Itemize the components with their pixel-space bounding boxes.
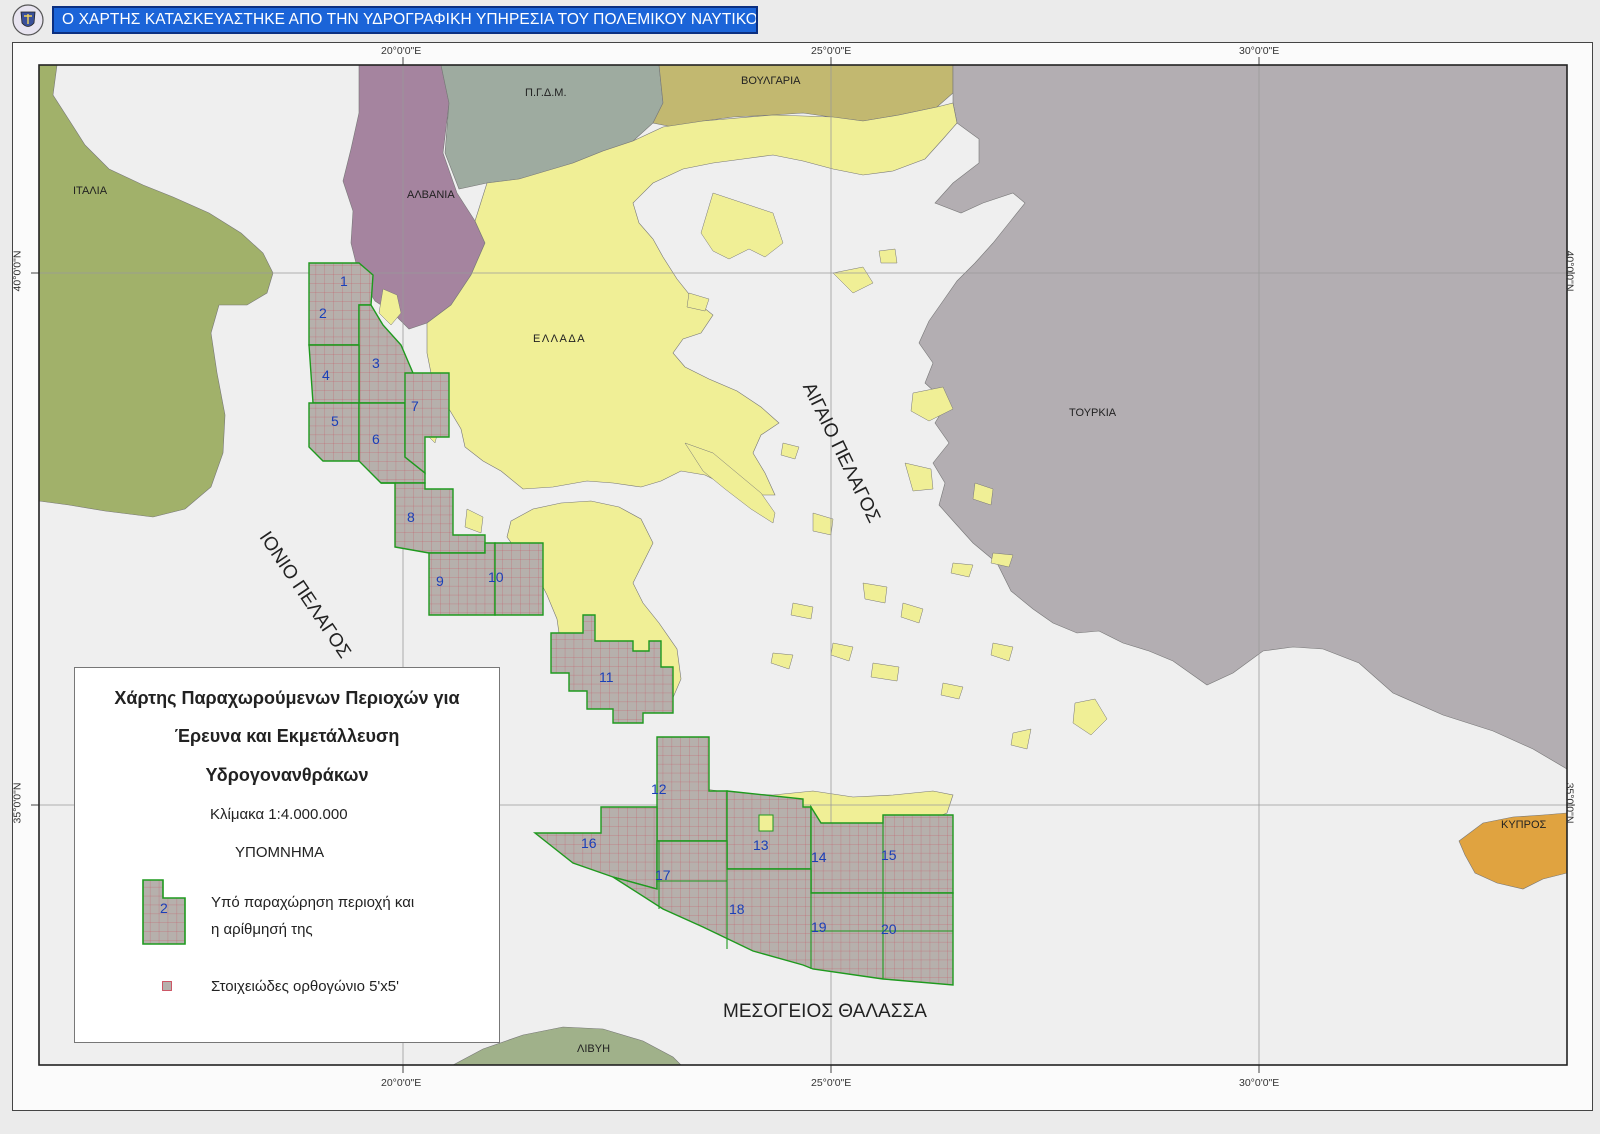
block-number-5: 5 <box>331 413 339 429</box>
legend-block-number: 2 <box>160 900 168 916</box>
block-number-15: 15 <box>881 847 897 863</box>
block-number-11: 11 <box>599 669 614 685</box>
label-greece: ΕΛΛΑΔΑ <box>533 333 587 345</box>
legend-unit-square-symbol <box>162 981 172 991</box>
map-legend: Χάρτης Παραχωρούμενων Περιοχών για Έρευν… <box>74 667 500 1043</box>
label-mediterranean-sea: ΜΕΣΟΓΕΙΟΣ ΘΑΛΑΣΣΑ <box>723 1001 927 1022</box>
block-number-3: 3 <box>372 355 380 371</box>
lat-label-right-40: 40°0'0"N <box>1563 250 1576 292</box>
block-number-4: 4 <box>322 367 330 383</box>
label-bulgaria: ΒΟΥΛΓΑΡΙΑ <box>741 75 801 87</box>
block-number-20: 20 <box>881 921 897 937</box>
block-number-9: 9 <box>436 573 444 589</box>
legend-title-line-2: Έρευνα και Εκμετάλλευση <box>174 726 400 746</box>
label-cyprus: ΚΥΠΡΟΣ <box>1501 819 1547 831</box>
block-number-8: 8 <box>407 509 415 525</box>
block-number-19: 19 <box>811 919 827 935</box>
hydrographic-service-emblem-icon <box>12 4 44 36</box>
label-turkey: ΤΟΥΡΚΙΑ <box>1069 407 1117 419</box>
block-number-14: 14 <box>811 849 827 865</box>
label-albania: ΑΛΒΑΝΙΑ <box>407 189 455 201</box>
lon-label-bottom-25: 25°0'0"E <box>811 1077 852 1089</box>
block-number-17: 17 <box>655 867 671 883</box>
lon-label-bottom-20: 20°0'0"E <box>381 1077 422 1089</box>
lat-label-left-40: 40°0'0"N <box>11 250 24 292</box>
block-area-5 <box>308 402 360 462</box>
legend-title-line-1: Χάρτης Παραχωρούμενων Περιοχών για <box>114 688 460 708</box>
legend-title-line-3: Υδρογονανθράκων <box>205 765 369 785</box>
excluded-area-gavdos <box>758 814 774 832</box>
label-italy: ΙΤΑΛΙΑ <box>73 185 108 197</box>
lon-label-top-30: 30°0'0"E <box>1239 45 1280 57</box>
block-number-7: 7 <box>411 398 419 414</box>
block-number-10: 10 <box>488 569 504 585</box>
legend-item-2: Στοιχειώδες ορθογώνιο 5'x5' <box>211 978 400 995</box>
block-number-18: 18 <box>729 901 745 917</box>
map-credit-banner: Ο ΧΑΡΤΗΣ ΚΑΤΑΣΚΕΥΑΣΤΗΚΕ ΑΠΟ ΤΗΝ ΥΔΡΟΓΡΑΦ… <box>52 6 758 34</box>
lon-label-top-25: 25°0'0"E <box>811 45 852 57</box>
lat-label-left-35: 35°0'0"N <box>11 782 24 824</box>
legend-item-1-line-1: Υπό παραχώρηση περιοχή και <box>211 894 415 911</box>
block-number-2: 2 <box>319 305 327 321</box>
block-area-4 <box>308 344 360 404</box>
legend-item-1-line-2: η αρίθμησή της <box>211 921 313 938</box>
block-number-12: 12 <box>651 781 667 797</box>
block-number-1: 1 <box>340 273 348 289</box>
legend-scale: Κλίμακα 1:4.000.000 <box>210 806 348 823</box>
legend-heading: ΥΠΟΜΝΗΜΑ <box>235 844 325 861</box>
block-number-13: 13 <box>753 837 769 853</box>
lat-label-right-35: 35°0'0"N <box>1563 782 1576 824</box>
block-number-16: 16 <box>581 835 597 851</box>
label-libya: ΛΙΒΥΗ <box>577 1043 611 1055</box>
label-fyrom: Π.Γ.Δ.Μ. <box>525 87 567 99</box>
lon-label-top-20: 20°0'0"E <box>381 45 422 57</box>
lon-label-bottom-30: 30°0'0"E <box>1239 1077 1280 1089</box>
block-number-6: 6 <box>372 431 380 447</box>
